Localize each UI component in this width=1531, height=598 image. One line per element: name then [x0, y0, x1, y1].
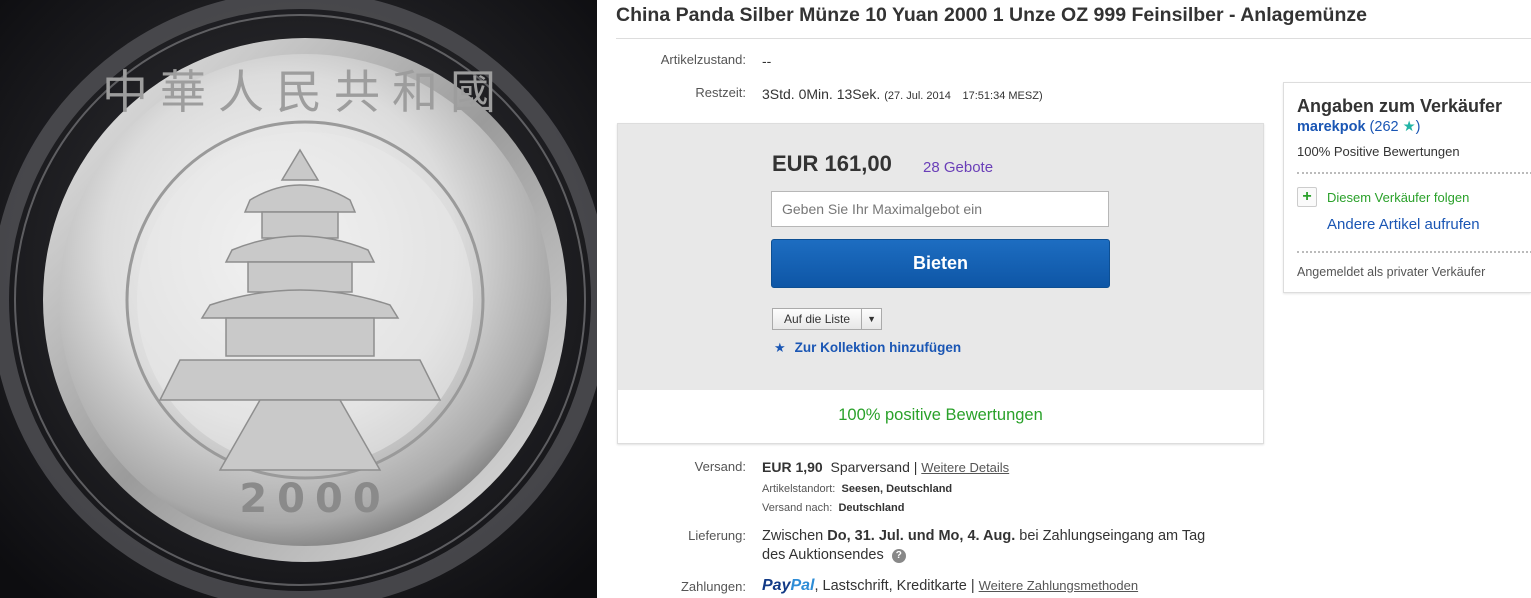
delivery-line2-text: des Auktionsendes	[762, 547, 884, 563]
max-bid-input[interactable]	[771, 191, 1109, 227]
ships-to-value: Deutschland	[838, 502, 905, 514]
ships-to-label: Versand nach:	[762, 502, 833, 514]
payments-row: PayPal, Lastschrift, Kreditkarte | Weite…	[762, 577, 1138, 595]
seller-account-type: Angemeldet als privater Verkäufer	[1297, 265, 1486, 279]
seller-username-row: marekpok (262 ★)	[1297, 119, 1420, 135]
add-to-collection-link[interactable]: ★ Zur Kollektion hinzufügen	[774, 340, 961, 356]
follow-seller-link[interactable]: + Diesem Verkäufer folgen	[1297, 187, 1469, 207]
bids-count-link[interactable]: 28 Gebote	[923, 159, 993, 176]
feedback-score-close: )	[1415, 119, 1421, 135]
ships-to-row: Versand nach: Deutschland	[762, 502, 904, 514]
payment-methods: , Lastschrift, Kreditkarte |	[814, 578, 975, 594]
delivery-line2: des Auktionsendes ?	[762, 547, 906, 563]
item-location-row: Artikelstandort: Seesen, Deutschland	[762, 483, 952, 495]
watch-list-label[interactable]: Auf die Liste	[773, 309, 863, 329]
seller-positive-feedback: 100% Positive Bewertungen	[1297, 144, 1460, 159]
paypal-logo: PayPal	[762, 577, 815, 594]
chevron-down-icon[interactable]: ▼	[862, 309, 881, 329]
delivery-label: Lieferung:	[688, 528, 746, 543]
seller-username-link[interactable]: marekpok	[1297, 119, 1366, 135]
watch-list-button[interactable]: Auf die Liste ▼	[772, 308, 883, 330]
shipping-details-link[interactable]: Weitere Details	[921, 460, 1009, 475]
seller-heading: Angaben zum Verkäufer	[1297, 96, 1503, 116]
star-icon: ★	[774, 340, 786, 355]
condition-value: --	[762, 53, 772, 69]
collection-label[interactable]: Zur Kollektion hinzufügen	[795, 340, 961, 355]
coin-rim-characters: 中華人民共和國	[102, 65, 508, 119]
bid-panel: EUR 161,00 28 Gebote Bieten Auf die List…	[617, 123, 1264, 444]
more-payment-methods-link[interactable]: Weitere Zahlungsmethoden	[979, 578, 1138, 593]
shipping-row: EUR 1,90 Sparversand | Weitere Details	[762, 459, 1009, 475]
shipping-price: EUR 1,90	[762, 459, 823, 475]
time-remaining: 3Std. 0Min. 13Sek. (27. Jul. 2014 17:51:…	[762, 86, 1043, 102]
delivery-range: Do, 31. Jul. und Mo, 4. Aug.	[827, 528, 1016, 544]
seller-divider	[1297, 172, 1531, 174]
seller-info-panel: Angaben zum Verkäufer marekpok (262 ★) 1…	[1283, 82, 1531, 293]
question-icon[interactable]: ?	[891, 549, 906, 563]
time-label: Restzeit:	[695, 85, 746, 100]
payments-label: Zahlungen:	[680, 579, 746, 594]
delivery-line1: Zwischen Do, 31. Jul. und Mo, 4. Aug. be…	[762, 528, 1205, 544]
follow-seller-label[interactable]: Diesem Verkäufer folgen	[1327, 190, 1469, 205]
feedback-star-icon: ★	[1402, 119, 1416, 135]
delivery-prefix: Zwischen	[762, 528, 824, 544]
title-divider	[616, 38, 1531, 39]
feedback-score[interactable]: (262	[1370, 119, 1399, 135]
delivery-suffix: bei Zahlungseingang am Tag	[1019, 528, 1206, 544]
listing-title: China Panda Silber Münze 10 Yuan 2000 1 …	[616, 4, 1367, 26]
condition-label: Artikelzustand:	[660, 52, 746, 67]
item-location-value: Seesen, Deutschland	[841, 483, 953, 495]
shipping-method: Sparversand |	[830, 459, 918, 475]
coin-year: 2000	[239, 476, 390, 522]
current-price: EUR 161,00	[772, 151, 892, 176]
other-items-link[interactable]: Andere Artikel aufrufen	[1327, 216, 1480, 233]
item-location-label: Artikelstandort:	[762, 483, 836, 495]
shipping-label: Versand:	[694, 459, 746, 474]
end-date: (27. Jul. 2014	[884, 90, 951, 102]
bid-button[interactable]: Bieten	[771, 239, 1110, 288]
positive-feedback: 100% positive Bewertungen	[838, 406, 1043, 424]
time-value: 3Std. 0Min. 13Sek.	[762, 86, 881, 102]
plus-icon[interactable]: +	[1297, 187, 1317, 207]
end-time: 17:51:34 MESZ)	[962, 90, 1043, 102]
product-image[interactable]: 2000 中華人民共和國	[0, 0, 597, 598]
seller-divider-2	[1297, 251, 1531, 253]
